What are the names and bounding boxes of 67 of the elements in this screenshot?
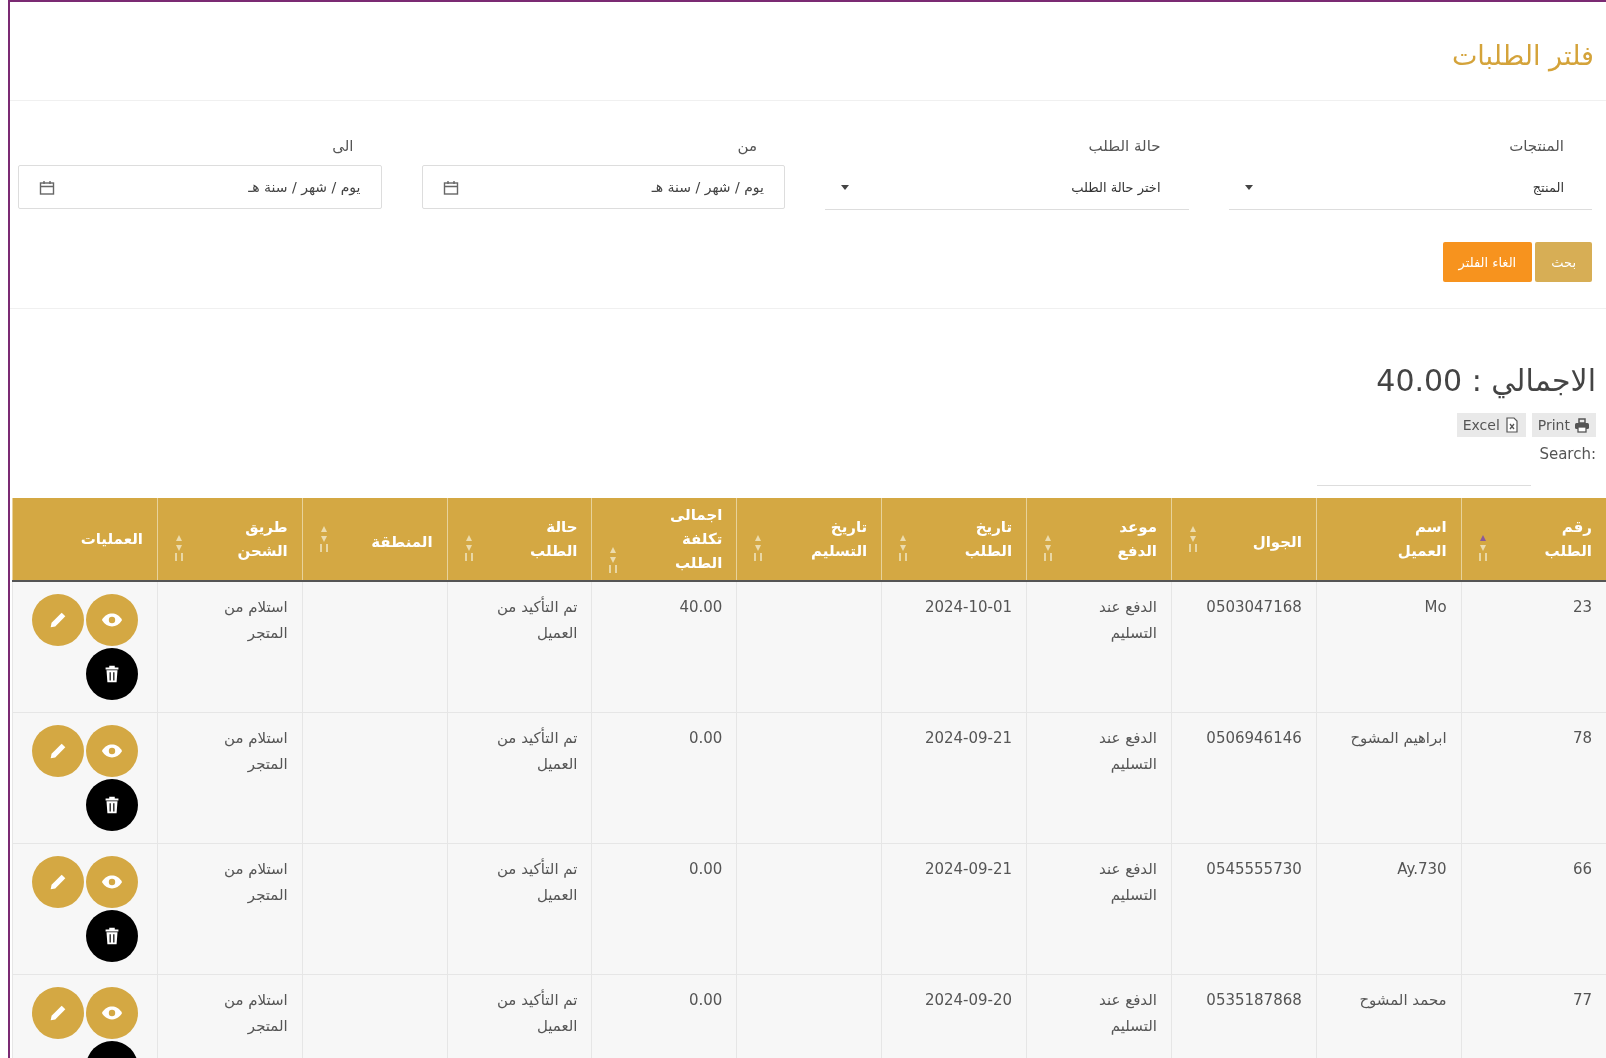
table-cell-text: 77 [1571,990,1592,1011]
column-header[interactable]: المنطقة [302,498,448,581]
date-field[interactable]: يوم / شهر / سنة هـ [421,165,785,209]
table-cell-text: 2024-09-21 [923,728,1013,749]
table-cell-text: Mo [1423,597,1447,618]
column-header[interactable]: تاريخ التسليم [736,498,882,581]
table-cell-text: 2024-09-21 [923,859,1013,880]
dropdown[interactable]: المنتج [1228,165,1592,210]
printer-icon [1574,417,1590,433]
clear-filter-button[interactable]: الغاء الفلتر [1442,242,1533,282]
table-cell-text: 66 [1571,859,1592,880]
column-header[interactable]: حالة الطلب [447,498,592,581]
caret-icon [841,184,849,190]
table-cell-text: Ay.730 [1396,859,1447,880]
column-header[interactable]: طريق الشحن [157,498,303,581]
field-label: الى [331,137,355,155]
column-header[interactable]: موعد الدفع [1026,498,1172,581]
spreadsheet-file-icon [1503,417,1520,433]
calendar-icon [442,179,459,195]
table-cell-text: 2024-09-20 [923,990,1013,1011]
table-cell-text: 0.00 [687,859,723,880]
search-label: Search: [1539,445,1596,463]
column-header[interactable]: اسم العميل [1316,498,1462,581]
table-cell-text: تم التأكيد من العميل [495,726,578,776]
search-button[interactable]: بحث [1535,242,1592,282]
column-header[interactable]: اجمالى تكلفة الطلب [592,498,737,581]
table-cell-text: تم التأكيد من العميل [495,988,578,1038]
column-header[interactable]: الجوال [1171,498,1317,581]
table-cell-text: ابراهيم المشوح [1349,728,1447,749]
table-cell-text: 0.00 [687,990,723,1011]
table-cell-text: 23 [1571,597,1592,618]
table-cell-text: استلام من المتجر [223,859,288,907]
table-cell-text: الدفع عند التسليم [1098,859,1157,907]
date-field[interactable]: يوم / شهر / سنة هـ [18,165,382,209]
table-cell-text: 40.00 [678,597,723,618]
dropdown[interactable]: اختر حالة الطلب [825,165,1189,210]
table-cell-text: استلام من المتجر [223,597,288,645]
table-cell-text: محمد المشوح [1358,990,1447,1011]
delete-button[interactable] [85,779,138,831]
table-cell-text: 0545555730 [1205,859,1302,880]
field-label: حالة الطلب [1087,137,1162,155]
calendar-icon [39,179,55,195]
table-cell-text: تم التأكيد من العميل [495,595,578,645]
caret-icon [1244,184,1253,190]
table-cell-text: 0535187868 [1205,990,1302,1011]
table-cell-text: 0503047168 [1205,597,1302,618]
field-label: المنتجات [1508,137,1565,155]
delete-button[interactable] [85,648,138,700]
delete-button[interactable] [85,910,138,962]
total-heading: الاجمالي : 40.00 [1375,362,1597,399]
table-cell-text: استلام من المتجر [223,990,288,1038]
column-header[interactable]: تاريخ الطلب [881,498,1027,581]
page-title: فلتر الطلبات [10,2,1606,101]
print-button[interactable]: Print [1531,413,1596,437]
table-cell-text: الدفع عند التسليم [1098,990,1157,1038]
table-cell-text: 0506946146 [1205,728,1302,749]
table-cell-text: استلام من المتجر [223,728,288,776]
table-cell-text: تم التأكيد من العميل [495,857,578,907]
table-cell-text: 2024-10-01 [923,597,1013,618]
table-cell-text: الدفع عند التسليم [1098,597,1157,645]
field-label: من [736,137,758,155]
excel-button[interactable]: Excel [1456,413,1526,437]
column-header[interactable]: رقم الطلب [1461,498,1606,581]
table-cell-text: 78 [1571,728,1592,749]
column-header[interactable]: العمليات [12,498,158,581]
table-cell-text: الدفع عند التسليم [1098,728,1157,776]
table-cell-text: 0.00 [687,728,723,749]
